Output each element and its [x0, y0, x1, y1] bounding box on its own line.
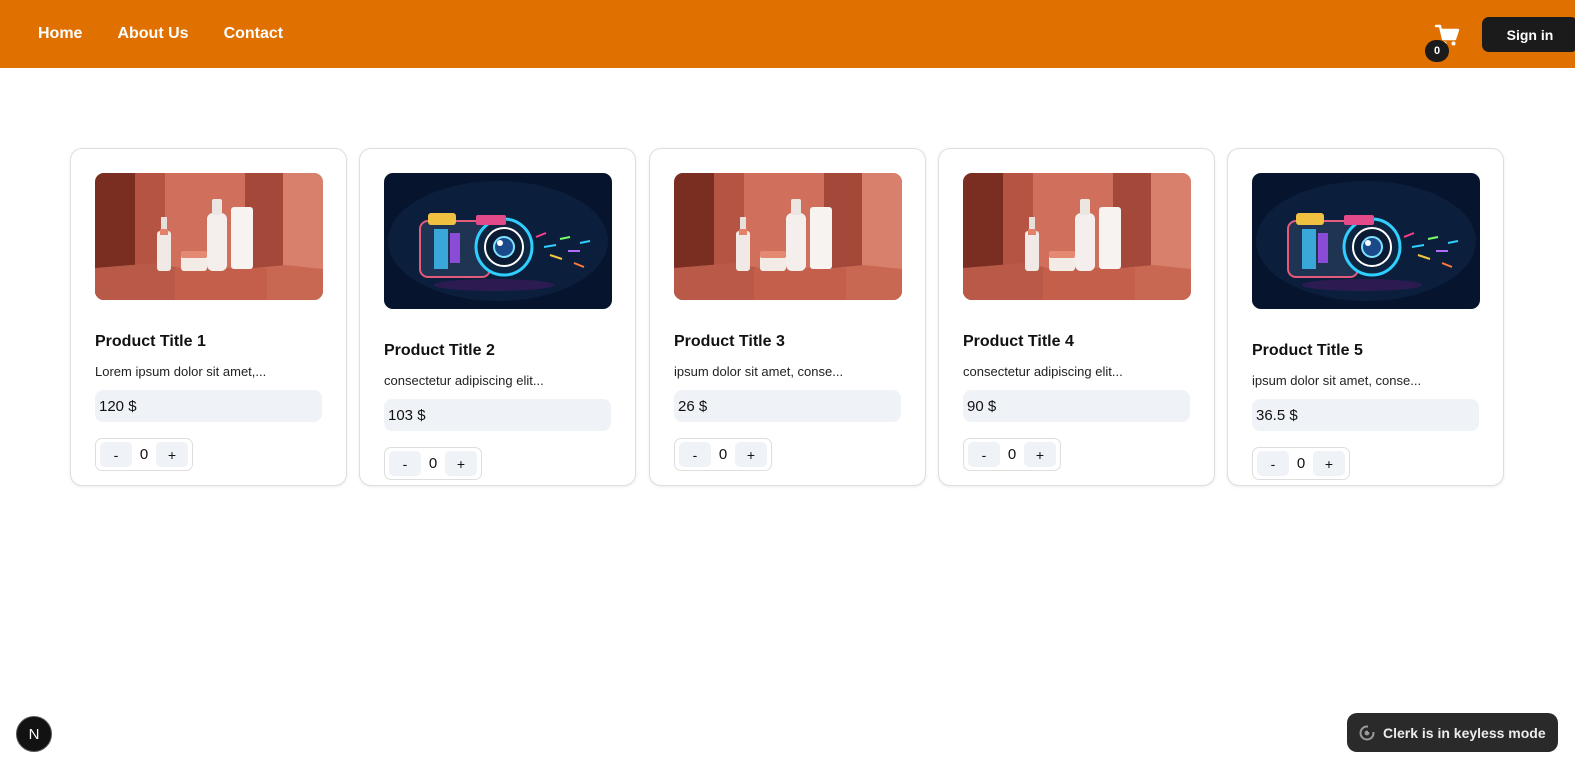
product-description: consectetur adipiscing elit...	[963, 364, 1123, 379]
quantity-stepper: - 0 +	[1252, 447, 1350, 480]
product-price: 26 $	[674, 390, 901, 422]
quantity-value: 0	[1296, 455, 1306, 472]
clerk-keyless-banner[interactable]: Clerk is in keyless mode	[1347, 713, 1558, 752]
product-description: ipsum dolor sit amet, conse...	[1252, 373, 1422, 388]
product-image-cosmetics	[963, 173, 1191, 300]
top-navbar: Home About Us Contact 0 Sign in	[0, 0, 1575, 68]
nav-link-contact[interactable]: Contact	[224, 25, 284, 43]
product-description: consectetur adipiscing elit...	[384, 373, 544, 388]
nav-link-home[interactable]: Home	[38, 25, 82, 43]
product-price: 120 $	[95, 390, 322, 422]
quantity-value: 0	[718, 446, 728, 463]
quantity-stepper: - 0 +	[384, 447, 482, 480]
quantity-stepper: - 0 +	[963, 438, 1061, 471]
product-image-camera	[384, 173, 612, 309]
quantity-value: 0	[1007, 446, 1017, 463]
product-card-2: Product Title 2 consectetur adipiscing e…	[359, 148, 636, 486]
product-price: 103 $	[384, 399, 611, 431]
main-nav: Home About Us Contact	[38, 0, 283, 68]
increment-button[interactable]: +	[735, 442, 767, 467]
product-price: 36.5 $	[1252, 399, 1479, 431]
product-card-3: Product Title 3 ipsum dolor sit amet, co…	[649, 148, 926, 486]
quantity-value: 0	[428, 455, 438, 472]
decrement-button[interactable]: -	[389, 451, 421, 476]
nextjs-dev-indicator[interactable]: N	[16, 716, 52, 752]
increment-button[interactable]: +	[445, 451, 477, 476]
clerk-logo-icon	[1359, 724, 1376, 741]
product-title: Product Title 1	[95, 333, 206, 350]
decrement-button[interactable]: -	[1257, 451, 1289, 476]
product-title: Product Title 3	[674, 333, 785, 350]
product-image-cosmetics	[674, 173, 902, 300]
product-description: Lorem ipsum dolor sit amet,...	[95, 364, 267, 379]
decrement-button[interactable]: -	[100, 442, 132, 467]
quantity-value: 0	[139, 446, 149, 463]
sign-in-button[interactable]: Sign in	[1482, 17, 1575, 52]
decrement-button[interactable]: -	[968, 442, 1000, 467]
quantity-stepper: - 0 +	[95, 438, 193, 471]
product-description: ipsum dolor sit amet, conse...	[674, 364, 844, 379]
nav-link-about-us[interactable]: About Us	[117, 25, 188, 43]
product-image-cosmetics	[95, 173, 323, 300]
cart-count-badge: 0	[1425, 40, 1449, 62]
clerk-keyless-text: Clerk is in keyless mode	[1383, 724, 1546, 741]
product-card-4: Product Title 4 consectetur adipiscing e…	[938, 148, 1215, 486]
decrement-button[interactable]: -	[679, 442, 711, 467]
product-price: 90 $	[963, 390, 1190, 422]
product-title: Product Title 4	[963, 333, 1074, 350]
increment-button[interactable]: +	[1313, 451, 1345, 476]
product-card-1: Product Title 1 Lorem ipsum dolor sit am…	[70, 148, 347, 486]
quantity-stepper: - 0 +	[674, 438, 772, 471]
product-title: Product Title 2	[384, 342, 495, 359]
increment-button[interactable]: +	[1024, 442, 1056, 467]
product-card-5: Product Title 5 ipsum dolor sit amet, co…	[1227, 148, 1504, 486]
product-title: Product Title 5	[1252, 342, 1363, 359]
product-image-camera	[1252, 173, 1480, 309]
increment-button[interactable]: +	[156, 442, 188, 467]
